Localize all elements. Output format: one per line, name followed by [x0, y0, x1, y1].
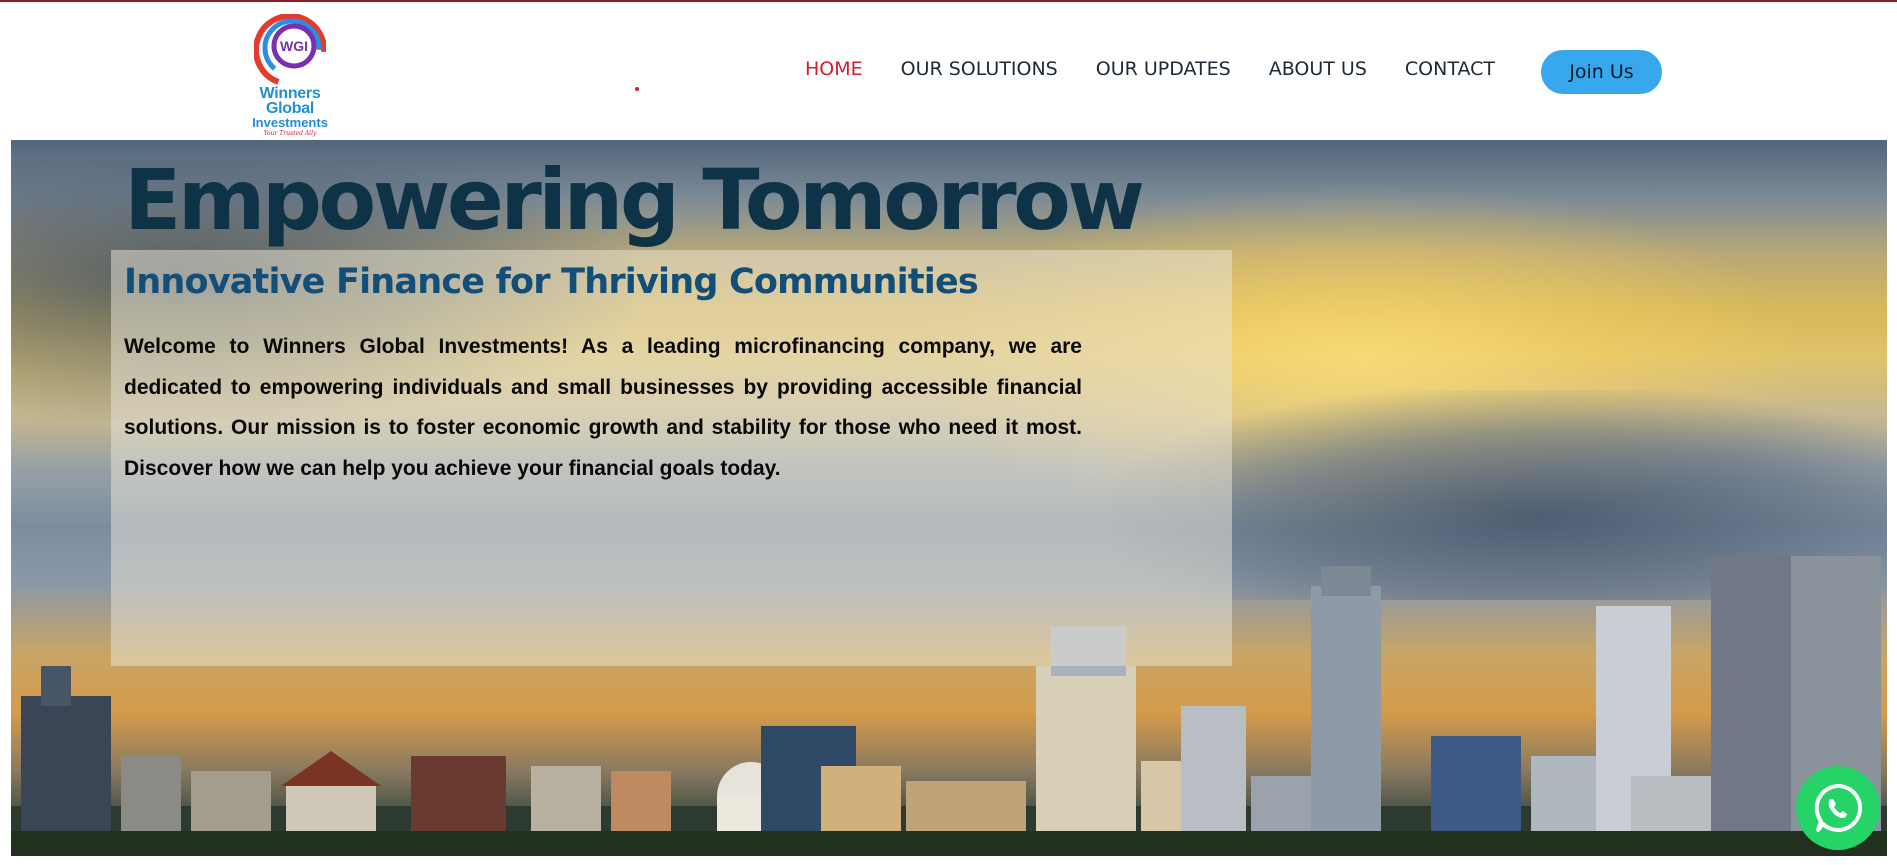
hero-title: Empowering Tomorrow — [124, 151, 1145, 249]
logo-tagline: Your Trusted Ally — [263, 130, 317, 137]
whatsapp-icon — [1814, 783, 1863, 832]
whatsapp-button[interactable] — [1796, 766, 1880, 850]
nav-item-contact[interactable]: CONTACT — [1405, 58, 1495, 80]
brand-logo[interactable]: WGI Winners Global Investments Your Trus… — [234, 14, 346, 137]
nav-item-our-solutions[interactable]: OUR SOLUTIONS — [901, 58, 1058, 80]
logo-name-line2: Investments — [252, 115, 328, 130]
site-header: WGI Winners Global Investments Your Trus… — [0, 2, 1897, 140]
wgi-logo-icon: WGI — [254, 14, 326, 86]
hero-subtitle: Innovative Finance for Thriving Communit… — [124, 262, 979, 302]
hero-body-text: Welcome to Winners Global Investments! A… — [124, 335, 1082, 480]
nav-item-about-us[interactable]: ABOUT US — [1269, 58, 1367, 80]
nav-item-home[interactable]: HOME — [805, 58, 863, 80]
main-nav: HOME OUR SOLUTIONS OUR UPDATES ABOUT US … — [805, 58, 1533, 80]
nav-item-our-updates[interactable]: OUR UPDATES — [1096, 58, 1231, 80]
logo-name: Winners Global — [259, 85, 321, 117]
decorative-dot — [635, 87, 639, 91]
join-us-button[interactable]: Join Us — [1541, 50, 1662, 94]
logo-initials: WGI — [280, 38, 308, 54]
